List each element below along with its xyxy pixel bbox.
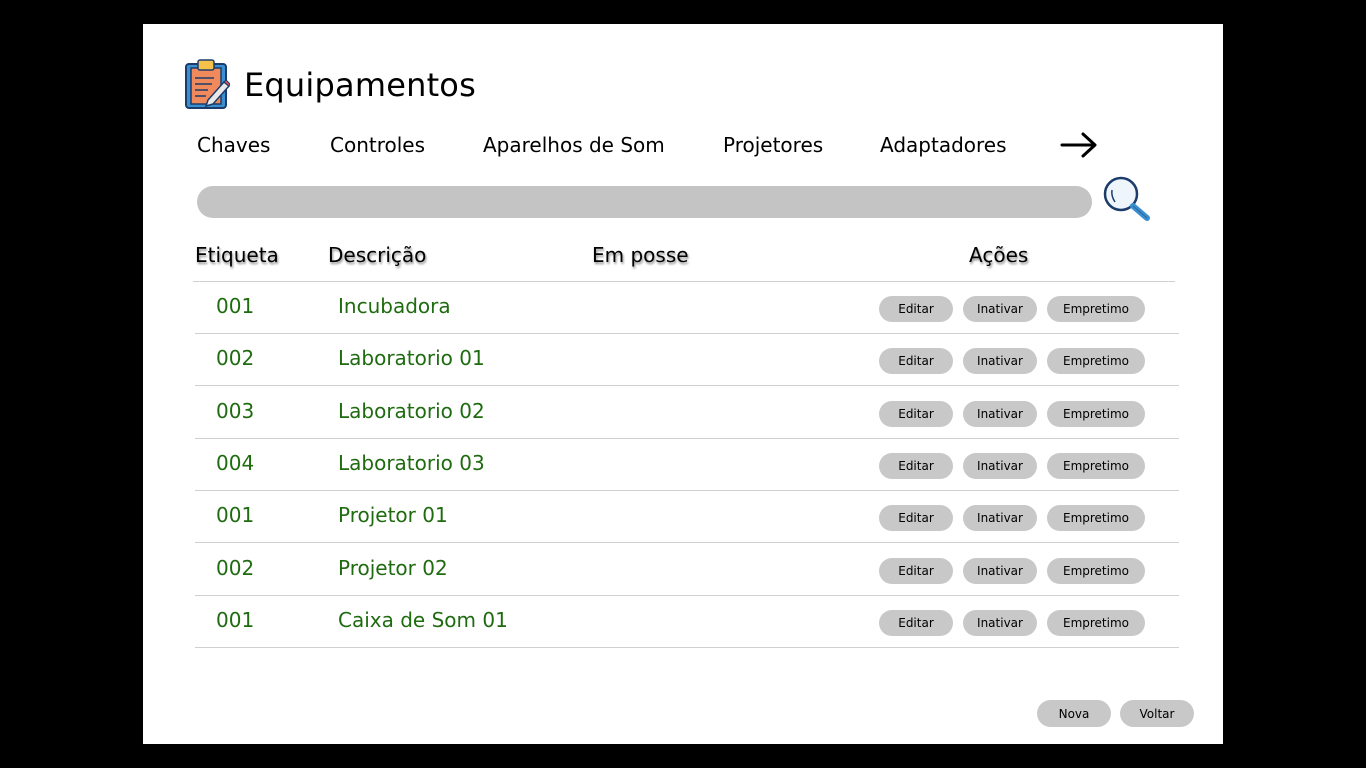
cell-descricao: Caixa de Som 01 bbox=[338, 608, 508, 632]
inactivate-button[interactable]: Inativar bbox=[963, 348, 1037, 374]
page-title: Equipamentos bbox=[244, 66, 476, 104]
cell-etiqueta: 002 bbox=[216, 556, 255, 580]
cell-etiqueta: 001 bbox=[216, 294, 255, 318]
table-row: 003 Laboratorio 02 Editar Inativar Empretimo bbox=[195, 387, 1179, 439]
inactivate-button[interactable]: Inativar bbox=[963, 453, 1037, 479]
loan-button[interactable]: Empretimo bbox=[1047, 348, 1145, 374]
cell-etiqueta: 002 bbox=[216, 346, 255, 370]
cell-descricao: Laboratorio 02 bbox=[338, 399, 485, 423]
loan-button[interactable]: Empretimo bbox=[1047, 296, 1145, 322]
arrow-right-icon[interactable] bbox=[1059, 130, 1099, 160]
search-input[interactable] bbox=[197, 186, 1092, 218]
inactivate-button[interactable]: Inativar bbox=[963, 610, 1037, 636]
cell-etiqueta: 001 bbox=[216, 608, 255, 632]
inactivate-button[interactable]: Inativar bbox=[963, 558, 1037, 584]
table-row: 004 Laboratorio 03 Editar Inativar Empretimo bbox=[195, 439, 1179, 491]
inactivate-button[interactable]: Inativar bbox=[963, 296, 1037, 322]
loan-button[interactable]: Empretimo bbox=[1047, 401, 1145, 427]
tab-adaptadores[interactable]: Adaptadores bbox=[880, 133, 1007, 157]
app-window: Equipamentos Chaves Controles Aparelhos … bbox=[143, 24, 1223, 744]
tab-chaves[interactable]: Chaves bbox=[197, 133, 270, 157]
inactivate-button[interactable]: Inativar bbox=[963, 401, 1037, 427]
table-row: 002 Laboratorio 01 Editar Inativar Empretimo bbox=[195, 334, 1179, 386]
tab-projetores[interactable]: Projetores bbox=[723, 133, 823, 157]
table-row: 002 Projetor 02 Editar Inativar Empretimo bbox=[195, 544, 1179, 596]
table-row: 001 Incubadora Editar Inativar Empretimo bbox=[195, 282, 1179, 334]
edit-button[interactable]: Editar bbox=[879, 558, 953, 584]
edit-button[interactable]: Editar bbox=[879, 296, 953, 322]
magnifier-icon[interactable] bbox=[1101, 174, 1157, 226]
back-button[interactable]: Voltar bbox=[1120, 700, 1194, 727]
cell-etiqueta: 001 bbox=[216, 503, 255, 527]
row-divider bbox=[195, 385, 1179, 386]
cell-etiqueta: 003 bbox=[216, 399, 255, 423]
cell-etiqueta: 004 bbox=[216, 451, 255, 475]
column-header-em-posse: Em posse bbox=[592, 243, 689, 267]
edit-button[interactable]: Editar bbox=[879, 453, 953, 479]
cell-descricao: Laboratorio 03 bbox=[338, 451, 485, 475]
cell-descricao: Projetor 01 bbox=[338, 503, 448, 527]
table-row: 001 Caixa de Som 01 Editar Inativar Empretim… bbox=[195, 596, 1179, 648]
inactivate-button[interactable]: Inativar bbox=[963, 505, 1037, 531]
loan-button[interactable]: Empretimo bbox=[1047, 453, 1145, 479]
clipboard-pencil-icon bbox=[184, 58, 231, 110]
edit-button[interactable]: Editar bbox=[879, 348, 953, 374]
row-divider bbox=[195, 647, 1179, 648]
table-row: 001 Projetor 01 Editar Inativar Empretimo bbox=[195, 491, 1179, 543]
column-header-descricao: Descrição bbox=[328, 243, 427, 267]
tab-aparelhos-de-som[interactable]: Aparelhos de Som bbox=[483, 133, 665, 157]
edit-button[interactable]: Editar bbox=[879, 401, 953, 427]
new-button[interactable]: Nova bbox=[1037, 700, 1111, 727]
column-header-acoes: Ações bbox=[969, 243, 1029, 267]
edit-button[interactable]: Editar bbox=[879, 505, 953, 531]
row-divider bbox=[195, 542, 1179, 543]
loan-button[interactable]: Empretimo bbox=[1047, 610, 1145, 636]
column-header-etiqueta: Etiqueta bbox=[195, 243, 279, 267]
cell-descricao: Projetor 02 bbox=[338, 556, 448, 580]
loan-button[interactable]: Empretimo bbox=[1047, 558, 1145, 584]
tab-controles[interactable]: Controles bbox=[330, 133, 425, 157]
cell-descricao: Incubadora bbox=[338, 294, 451, 318]
edit-button[interactable]: Editar bbox=[879, 610, 953, 636]
loan-button[interactable]: Empretimo bbox=[1047, 505, 1145, 531]
cell-descricao: Laboratorio 01 bbox=[338, 346, 485, 370]
